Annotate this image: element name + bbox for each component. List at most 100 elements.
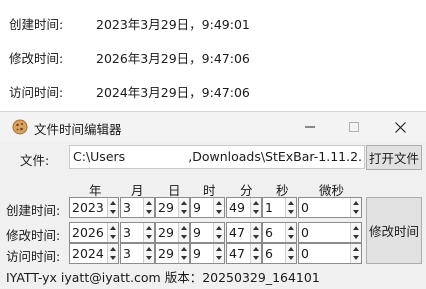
spin-up-icon[interactable] <box>288 201 294 205</box>
spin-down-icon[interactable] <box>253 256 259 260</box>
spin-down-icon[interactable] <box>110 210 116 214</box>
spinbox-value: 29 <box>158 225 174 240</box>
spin-arrows[interactable] <box>285 198 296 217</box>
spin-arrows[interactable] <box>143 223 154 242</box>
spin-arrows[interactable] <box>178 244 189 263</box>
spin-down-icon[interactable] <box>216 210 222 214</box>
spin-down-icon[interactable] <box>353 235 359 239</box>
spin-down-icon[interactable] <box>146 210 152 214</box>
microsecond-spinbox[interactable]: 0 <box>298 243 362 264</box>
spin-up-icon[interactable] <box>253 226 259 230</box>
day-spinbox[interactable]: 29 <box>155 197 190 218</box>
spin-down-icon[interactable] <box>353 210 359 214</box>
spin-up-icon[interactable] <box>110 201 116 205</box>
title-bar[interactable]: 文件时间编辑器 <box>0 112 426 142</box>
spinbox-value: 1 <box>265 200 273 215</box>
spin-arrows[interactable] <box>350 198 361 217</box>
maximize-icon <box>349 122 359 132</box>
spin-up-icon[interactable] <box>353 247 359 251</box>
spin-down-icon[interactable] <box>288 256 294 260</box>
spin-up-icon[interactable] <box>253 201 259 205</box>
spin-up-icon[interactable] <box>110 226 116 230</box>
day-spinbox[interactable]: 29 <box>155 243 190 264</box>
spin-arrows[interactable] <box>250 198 261 217</box>
spin-down-icon[interactable] <box>253 235 259 239</box>
spin-down-icon[interactable] <box>181 210 187 214</box>
spin-arrows[interactable] <box>213 244 224 263</box>
spin-arrows[interactable] <box>107 198 118 217</box>
spin-arrows[interactable] <box>107 244 118 263</box>
hour-spinbox[interactable]: 9 <box>190 243 225 264</box>
spin-down-icon[interactable] <box>216 235 222 239</box>
month-spinbox[interactable]: 3 <box>120 222 155 243</box>
spin-down-icon[interactable] <box>181 235 187 239</box>
spin-arrows[interactable] <box>285 223 296 242</box>
spin-up-icon[interactable] <box>353 226 359 230</box>
day-spinbox[interactable]: 29 <box>155 222 190 243</box>
spin-down-icon[interactable] <box>146 235 152 239</box>
spin-arrows[interactable] <box>213 198 224 217</box>
spinbox-value: 6 <box>265 225 273 240</box>
modify-time-button[interactable]: 修改时间 <box>366 197 422 264</box>
second-spinbox[interactable]: 1 <box>262 197 297 218</box>
spin-down-icon[interactable] <box>288 235 294 239</box>
spin-up-icon[interactable] <box>181 247 187 251</box>
spin-down-icon[interactable] <box>353 256 359 260</box>
second-spinbox[interactable]: 6 <box>262 222 297 243</box>
spinbox-value: 2026 <box>72 225 104 240</box>
spinbox-value: 6 <box>265 246 273 261</box>
spin-arrows[interactable] <box>143 244 154 263</box>
spin-arrows[interactable] <box>350 223 361 242</box>
hour-spinbox[interactable]: 9 <box>190 197 225 218</box>
open-file-button[interactable]: 打开文件 <box>366 145 422 170</box>
year-spinbox[interactable]: 2026 <box>69 222 119 243</box>
spin-up-icon[interactable] <box>146 201 152 205</box>
spin-up-icon[interactable] <box>216 247 222 251</box>
spin-arrows[interactable] <box>143 198 154 217</box>
path-start: C:\Users <box>73 149 126 164</box>
spin-arrows[interactable] <box>178 198 189 217</box>
spin-down-icon[interactable] <box>146 256 152 260</box>
second-spinbox[interactable]: 6 <box>262 243 297 264</box>
spin-down-icon[interactable] <box>110 235 116 239</box>
spin-up-icon[interactable] <box>110 247 116 251</box>
spin-down-icon[interactable] <box>216 256 222 260</box>
file-path-input[interactable]: C:\Users ,Downloads\StExBar-1.11.2. <box>69 145 365 169</box>
file-label: 文件: <box>20 153 50 168</box>
close-button[interactable] <box>377 112 423 142</box>
spin-down-icon[interactable] <box>181 256 187 260</box>
minute-spinbox[interactable]: 49 <box>226 197 262 218</box>
month-spinbox[interactable]: 3 <box>120 243 155 264</box>
minimize-button[interactable] <box>287 112 333 142</box>
spin-up-icon[interactable] <box>216 201 222 205</box>
spin-down-icon[interactable] <box>253 210 259 214</box>
spin-arrows[interactable] <box>178 223 189 242</box>
spin-arrows[interactable] <box>250 244 261 263</box>
year-spinbox[interactable]: 2023 <box>69 197 119 218</box>
spin-up-icon[interactable] <box>288 247 294 251</box>
spinbox-value: 47 <box>229 246 245 261</box>
spin-arrows[interactable] <box>213 223 224 242</box>
spin-arrows[interactable] <box>107 223 118 242</box>
spin-arrows[interactable] <box>250 223 261 242</box>
minute-spinbox[interactable]: 47 <box>226 243 262 264</box>
microsecond-spinbox[interactable]: 0 <box>298 197 362 218</box>
minute-spinbox[interactable]: 47 <box>226 222 262 243</box>
spin-up-icon[interactable] <box>181 226 187 230</box>
window-title: 文件时间编辑器 <box>34 122 122 137</box>
spin-arrows[interactable] <box>350 244 361 263</box>
spin-up-icon[interactable] <box>353 201 359 205</box>
spin-up-icon[interactable] <box>181 201 187 205</box>
spin-up-icon[interactable] <box>146 247 152 251</box>
hour-spinbox[interactable]: 9 <box>190 222 225 243</box>
spin-down-icon[interactable] <box>288 210 294 214</box>
year-spinbox[interactable]: 2024 <box>69 243 119 264</box>
month-spinbox[interactable]: 3 <box>120 197 155 218</box>
spin-up-icon[interactable] <box>146 226 152 230</box>
spin-up-icon[interactable] <box>253 247 259 251</box>
microsecond-spinbox[interactable]: 0 <box>298 222 362 243</box>
spin-up-icon[interactable] <box>288 226 294 230</box>
spin-arrows[interactable] <box>285 244 296 263</box>
spin-down-icon[interactable] <box>110 256 116 260</box>
spin-up-icon[interactable] <box>216 226 222 230</box>
